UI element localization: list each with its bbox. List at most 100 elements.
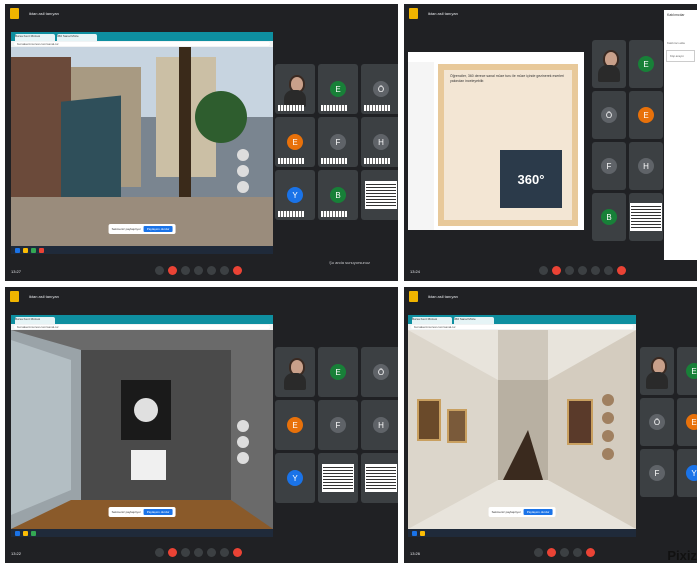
meet-logo [409,290,418,302]
more-icon[interactable] [220,548,229,557]
url-text[interactable]: bursakentmuzesi.com/sanal-tur [14,325,270,329]
participant-tile[interactable]: E [677,398,697,446]
more-icon[interactable] [604,266,613,275]
browser-tab[interactable]: 360 Sanal Müze [57,34,97,41]
stop-sharing-button[interactable]: Paylaşımı durdur [143,226,173,232]
participant-video [280,71,310,107]
leave-call-button[interactable] [233,266,242,275]
participant-tile[interactable]: E [677,347,697,395]
browser-tab[interactable]: Bursa Kent Müzesi [412,317,452,324]
participant-tile[interactable]: Y [677,449,697,497]
app-icon[interactable] [39,247,44,253]
captions-icon[interactable] [565,266,574,275]
camera-icon[interactable] [168,548,177,557]
chrome-icon[interactable] [31,530,36,536]
participant-tile[interactable]: Y [275,453,315,503]
participant-tile-self[interactable] [275,347,315,397]
url-text[interactable]: bursakentmuzesi.com/sanal-tur [411,325,633,329]
leave-call-button[interactable] [617,266,626,275]
participant-avatar: Y [287,187,303,203]
url-text[interactable]: bursakentmuzesi.com/sanal-tur [14,42,270,46]
participant-avatar: B [330,187,346,203]
chrome-icon[interactable] [31,247,36,253]
participant-tile[interactable]: F [318,400,358,450]
participant-tile[interactable]: Ö [361,64,398,114]
folder-icon[interactable] [23,247,28,253]
mic-icon[interactable] [539,266,548,275]
participant-tile[interactable]: H [629,142,663,190]
present-icon[interactable] [207,266,216,275]
participant-avatar: Y [287,470,303,486]
participant-tile[interactable] [629,193,663,241]
slide-thumbnails[interactable] [408,62,434,230]
camera-icon[interactable] [552,266,561,275]
participant-tile[interactable] [361,453,398,503]
browser-tab[interactable]: Bursa Kent Müzesi [15,34,55,41]
participant-avatar: F [601,158,617,174]
stop-sharing-button[interactable]: Paylaşımı durdur [523,509,553,515]
leave-call-button[interactable] [233,548,242,557]
participant-tile[interactable]: Y [275,170,315,220]
captions-icon[interactable] [181,266,190,275]
present-icon[interactable] [207,548,216,557]
captions-icon[interactable] [560,548,569,557]
participant-tile[interactable]: Ö [361,347,398,397]
participant-tile[interactable]: E [275,400,315,450]
mic-icon[interactable] [534,548,543,557]
mic-icon[interactable] [155,266,164,275]
virtual-tour-hallway-view[interactable]: Sekmeniz paylaşılıyor Paylaşımı durdur [408,330,636,529]
participant-tile[interactable]: E [629,40,663,88]
participant-tile[interactable]: E [318,347,358,397]
participant-tile[interactable]: F [640,449,674,497]
captions-icon[interactable] [181,548,190,557]
participant-tile[interactable]: F [318,117,358,167]
participant-tile-self[interactable] [275,64,315,114]
sharing-banner-text: Sekmeniz paylaşılıyor [111,510,141,514]
start-icon[interactable] [15,247,20,253]
sharing-banner: Sekmeniz paylaşılıyor Paylaşımı durdur [108,507,176,517]
participant-search-input[interactable]: Kişi arayın [666,50,695,62]
add-participant-label[interactable]: Katılımcı ekle [664,38,697,48]
participant-tile[interactable]: B [592,193,626,241]
participant-tile[interactable]: Ö [592,91,626,139]
participant-tile[interactable]: F [592,142,626,190]
start-icon[interactable] [15,530,20,536]
browser-tab[interactable]: 360 Sanal Müze [454,317,494,324]
participant-tile-self[interactable] [640,347,674,395]
stop-sharing-button[interactable]: Paylaşımı durdur [143,509,173,515]
mic-icon[interactable] [155,548,164,557]
raise-hand-icon[interactable] [194,266,203,275]
present-icon[interactable] [591,266,600,275]
meet-title: iktan asil tanıyan [428,10,458,16]
participant-tile[interactable]: B [318,170,358,220]
start-icon[interactable] [412,530,417,536]
participant-tile[interactable]: Ö [640,398,674,446]
virtual-tour-room-view[interactable]: Sekmeniz paylaşılıyor Paylaşımı durdur [11,330,273,529]
call-controls [539,266,626,275]
leave-call-button[interactable] [586,548,595,557]
participant-tile-self[interactable] [592,40,626,88]
participant-avatar: Y [686,465,697,481]
windows-taskbar [11,246,273,254]
participant-tile[interactable]: E [275,117,315,167]
folder-icon[interactable] [23,530,28,536]
more-icon[interactable] [220,266,229,275]
camera-icon[interactable] [168,266,177,275]
camera-icon[interactable] [547,548,556,557]
participant-tile[interactable]: E [318,64,358,114]
participant-avatar: E [287,134,303,150]
browser-tab[interactable]: Bursa Kent Müzesi [15,317,55,324]
participant-tile[interactable] [361,170,398,220]
participant-tile[interactable]: H [361,117,398,167]
participant-name [278,105,304,111]
raise-hand-icon[interactable] [578,266,587,275]
presentation-slide[interactable]: Öğrenciler, 360 derece sanal müze turu i… [408,52,584,230]
folder-icon[interactable] [420,530,425,536]
present-icon[interactable] [573,548,582,557]
participant-grid: E Ö E F Y [640,347,697,548]
raise-hand-icon[interactable] [194,548,203,557]
participant-tile[interactable]: E [629,91,663,139]
participant-tile[interactable]: H [361,400,398,450]
virtual-tour-street-view[interactable]: Sekmeniz paylaşılıyor Paylaşımı durdur [11,47,273,246]
participant-tile[interactable] [318,453,358,503]
